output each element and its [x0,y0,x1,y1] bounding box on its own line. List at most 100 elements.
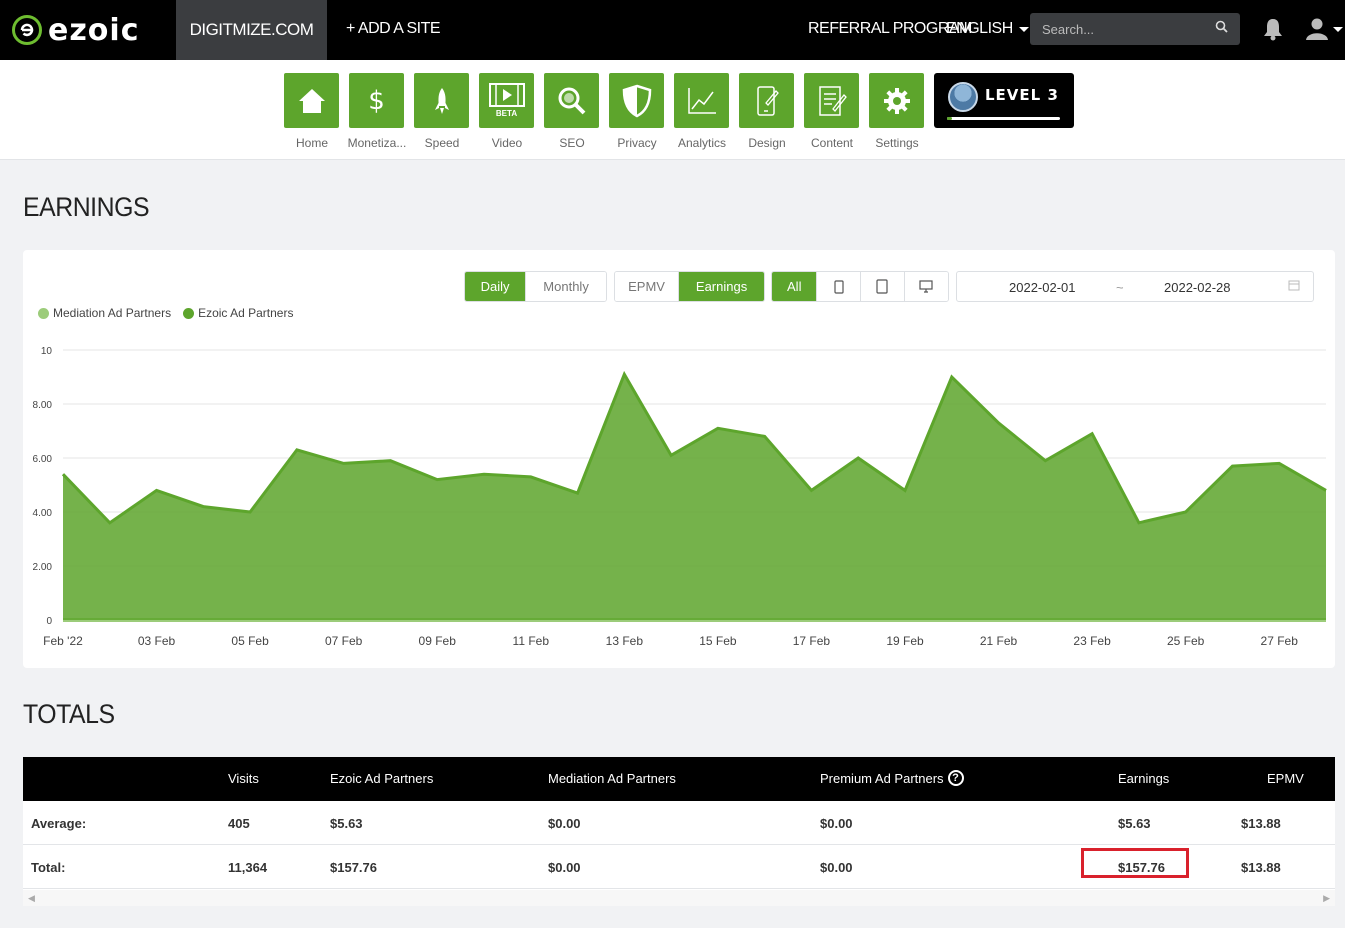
y-tick-label: 4.00 [33,508,53,519]
header-ezoic-ad-partners: Ezoic Ad Partners [330,771,434,786]
desktop-icon [919,280,933,293]
x-tick-label: 15 Feb [699,634,737,648]
horizontal-scrollbar[interactable]: ◀ ▶ [23,890,1335,906]
document-edit-icon [804,73,859,128]
cell-ezoic: $5.63 [330,816,363,831]
nav-label: Settings [875,136,919,150]
ezoic-logo-mark-icon [12,15,42,45]
header-premium-ad-partners: Premium Ad Partners ? [820,770,964,786]
cell-epmv: $13.88 [1241,860,1281,875]
x-tick-label: 17 Feb [793,634,831,648]
earnings-total-highlight [1081,848,1189,878]
scroll-left-arrow-icon[interactable]: ◀ [28,893,35,904]
calendar-icon[interactable] [1288,279,1300,294]
nav-label: SEO [559,136,585,150]
level-progress-fill [947,117,952,120]
nav-label: Home [295,136,328,150]
nav-item-design[interactable]: Design [739,73,794,150]
device-toggle: All [771,271,949,302]
level-label: LEVEL 3 [985,86,1059,104]
legend-dot [183,307,195,319]
totals-title: TOTALS [23,699,115,729]
x-tick-label: 25 Feb [1167,634,1205,648]
series-area [63,374,1326,620]
header-earnings: Earnings [1118,771,1170,786]
nav-label: Video [491,136,523,150]
cell-earnings: $5.63 [1118,816,1151,831]
nav-item-privacy[interactable]: Privacy [609,73,664,150]
nav-item-monetization[interactable]: $ Monetiza... [348,73,406,150]
date-from[interactable]: 2022-02-01 [1009,280,1076,295]
header-visits: Visits [228,771,259,786]
table-row: Average: 405 $5.63 $0.00 $0.00 $5.63 $13… [23,801,1335,845]
x-tick-label: 27 Feb [1261,634,1299,648]
video-icon: BETA [479,73,534,128]
dollar-icon: $ [349,73,404,128]
nav-item-video[interactable]: BETA Video [479,73,534,150]
legend-item-ezoic[interactable]: Ezoic Ad Partners [183,306,293,320]
level-progress-bar [947,117,1060,120]
y-tick-label: 0 [46,616,52,627]
chart-legend: Mediation Ad Partners Ezoic Ad Partners [38,306,293,320]
search-icon[interactable] [1215,20,1228,38]
language-dropdown[interactable]: ENGLISH [946,20,1029,38]
chevron-down-icon [1018,26,1029,32]
nav-item-settings[interactable]: Settings [869,73,924,150]
nav-label: Content [810,136,854,150]
nav-item-speed[interactable]: Speed [414,73,469,150]
search-input[interactable] [1042,21,1202,37]
cell-mediation: $0.00 [548,860,581,875]
avatar [948,82,978,112]
tablet-device-button[interactable] [861,272,905,301]
header-premium-label: Premium Ad Partners [820,770,944,786]
nav-label: Monetiza... [347,136,407,150]
x-tick-label: 23 Feb [1073,634,1111,648]
legend-item-mediation[interactable]: Mediation Ad Partners [38,306,171,320]
nav-item-home[interactable]: Home [284,73,339,150]
user-menu[interactable] [1305,17,1343,41]
date-to[interactable]: 2022-02-28 [1164,280,1231,295]
site-tab[interactable]: DIGITMIZE.COM [176,0,327,60]
cell-epmv: $13.88 [1241,816,1281,831]
mobile-design-icon [739,73,794,128]
level-badge[interactable]: LEVEL 3 [934,73,1074,128]
logo-text: ezoic [48,12,140,48]
totals-table: Visits Ezoic Ad Partners Mediation Ad Pa… [23,757,1335,890]
beta-badge: BETA [495,109,518,118]
legend-label: Mediation Ad Partners [53,306,172,320]
add-site-link[interactable]: + ADD A SITE [346,20,441,38]
epmv-button[interactable]: EPMV [615,272,680,301]
tablet-icon [876,279,888,294]
y-tick-label: 8.00 [33,400,53,411]
row-label: Average: [31,816,87,831]
earnings-button[interactable]: Earnings [679,272,764,301]
gear-icon [869,73,924,128]
app-nav: Home $ Monetiza... Speed BETA Video SEO … [0,60,1345,160]
cell-visits: 11,364 [228,860,268,875]
ezoic-logo[interactable]: ezoic [12,12,139,48]
monthly-button[interactable]: Monthly [526,272,606,301]
y-tick-label: 2.00 [33,562,53,573]
mobile-device-button[interactable] [817,272,861,301]
rocket-icon [414,73,469,128]
period-toggle: Daily Monthly [464,271,607,302]
bell-icon[interactable] [1262,17,1284,46]
all-devices-button[interactable]: All [772,272,818,301]
cell-ezoic: $157.76 [330,860,377,875]
help-icon[interactable]: ? [947,770,964,786]
nav-item-content[interactable]: Content [804,73,859,150]
daily-button[interactable]: Daily [465,272,527,301]
date-range-picker[interactable]: 2022-02-01 ~ 2022-02-28 [956,271,1314,302]
nav-label: Design [748,136,786,150]
nav-item-analytics[interactable]: Analytics [674,73,729,150]
x-tick-label: 09 Feb [419,634,457,648]
cell-premium: $0.00 [820,860,853,875]
desktop-device-button[interactable] [904,272,948,301]
row-label: Total: [31,860,66,875]
scroll-right-arrow-icon[interactable]: ▶ [1323,893,1330,904]
nav-item-seo[interactable]: SEO [544,73,599,150]
mobile-icon [834,279,844,294]
earnings-chart-card: Daily Monthly EPMV Earnings All 2022-02-… [23,250,1335,668]
user-icon [1306,18,1328,40]
earnings-title: EARNINGS [23,192,150,222]
